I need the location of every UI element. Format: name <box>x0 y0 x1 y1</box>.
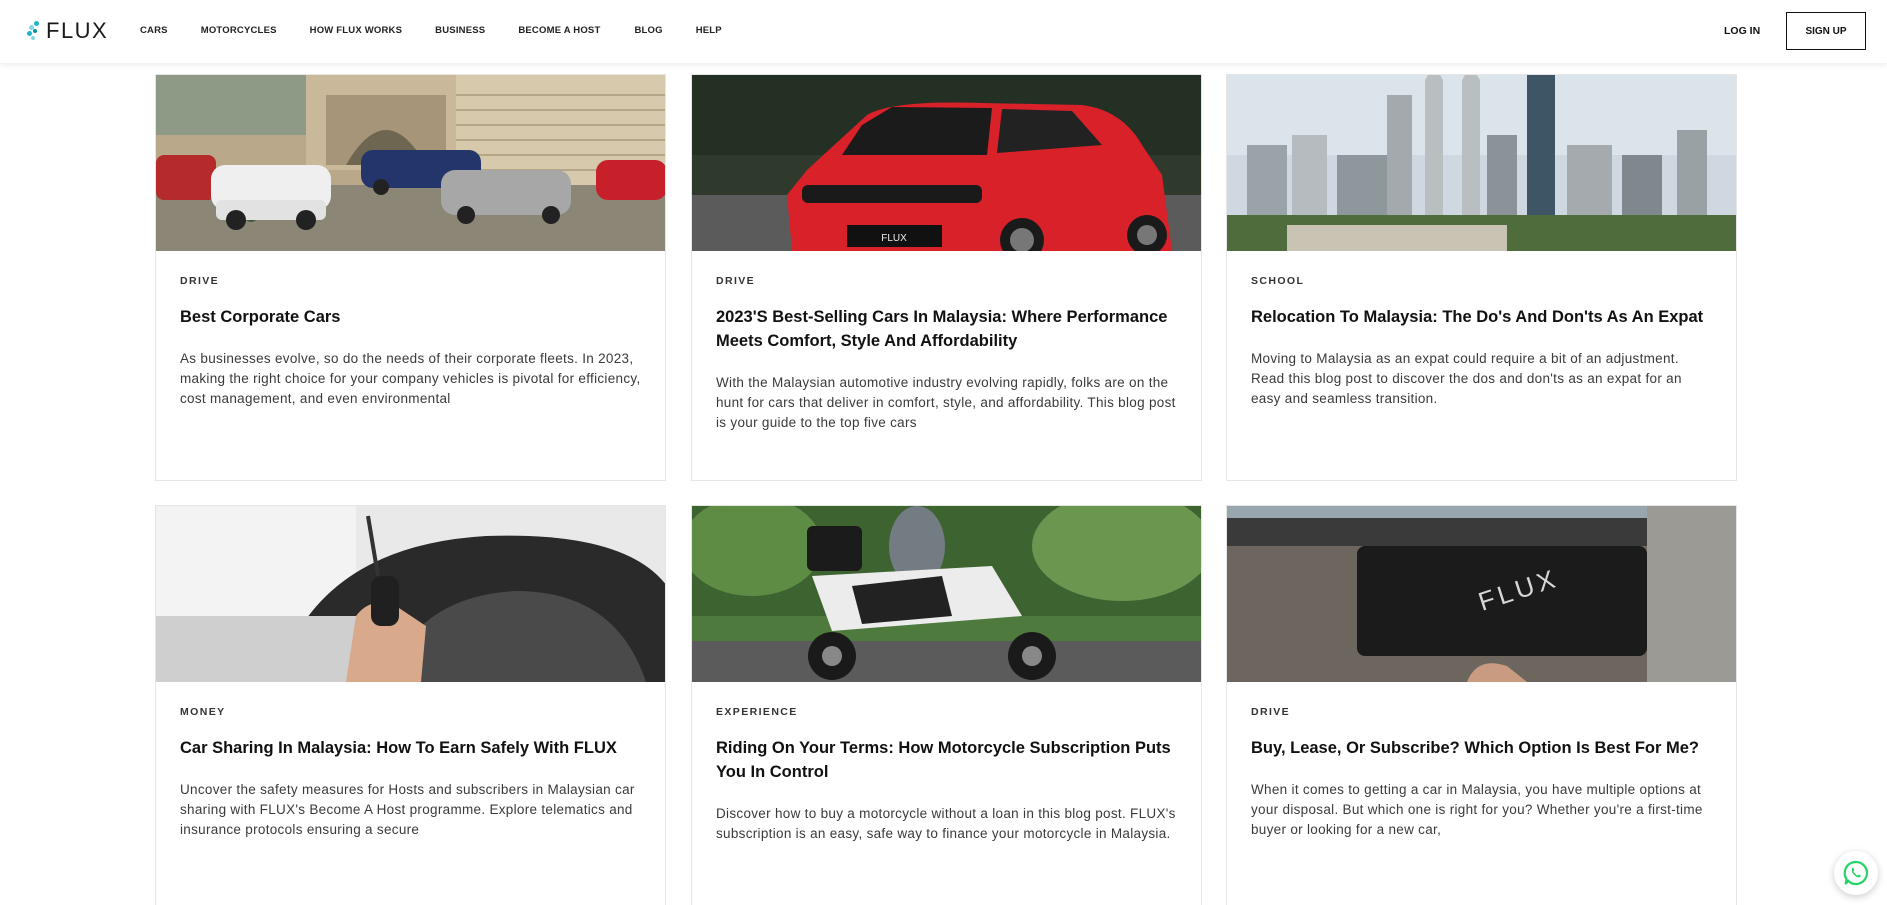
post-excerpt: With the Malaysian automotive industry e… <box>716 375 1176 430</box>
luxury-cars-photo <box>156 75 665 251</box>
blog-card[interactable]: SCHOOL Relocation To Malaysia: The Do's … <box>1226 74 1737 481</box>
flux-logo[interactable]: FLUX <box>27 18 109 43</box>
post-title[interactable]: Relocation To Malaysia: The Do's And Don… <box>1251 305 1712 329</box>
car-key-photo <box>156 506 665 682</box>
post-title[interactable]: 2023'S Best-Selling Cars In Malaysia: Wh… <box>716 305 1177 353</box>
city-skyline-photo <box>1227 75 1736 251</box>
nav-help[interactable]: HELP <box>696 25 722 36</box>
flux-logo-mark-icon <box>27 19 43 43</box>
post-category: EXPERIENCE <box>716 706 798 718</box>
post-category: MONEY <box>180 706 226 718</box>
site-header: FLUX CARS MOTORCYCLES HOW FLUX WORKS BUS… <box>0 0 1887 63</box>
post-category: SCHOOL <box>1251 275 1305 287</box>
red-car-photo: FLUX <box>692 75 1201 251</box>
post-title[interactable]: Car Sharing In Malaysia: How To Earn Saf… <box>180 736 641 760</box>
post-category: DRIVE <box>180 275 220 287</box>
nav-how-flux-works[interactable]: HOW FLUX WORKS <box>310 25 403 36</box>
whatsapp-icon <box>1843 860 1869 886</box>
login-link[interactable]: LOG IN <box>1724 25 1760 37</box>
nav-business[interactable]: BUSINESS <box>435 25 485 36</box>
nav-become-a-host[interactable]: BECOME A HOST <box>518 25 600 36</box>
blog-card[interactable]: FLUX DRIVE 2023'S Best-Selling Cars In M… <box>691 74 1202 481</box>
blog-card[interactable]: MONEY Car Sharing In Malaysia: How To Ea… <box>155 505 666 905</box>
post-category: DRIVE <box>1251 706 1291 718</box>
blog-card[interactable]: EXPERIENCE Riding On Your Terms: How Mot… <box>691 505 1202 905</box>
blog-card[interactable]: DRIVE Best Corporate Cars As businesses … <box>155 74 666 481</box>
car-plate-photo: FLUX <box>1227 506 1736 682</box>
whatsapp-chat-button[interactable] <box>1834 851 1878 895</box>
nav-cars[interactable]: CARS <box>140 25 168 36</box>
nav-blog[interactable]: BLOG <box>634 25 662 36</box>
post-excerpt: Moving to Malaysia as an expat could req… <box>1251 351 1682 406</box>
post-excerpt: Discover how to buy a motorcycle without… <box>716 806 1176 841</box>
motorcycle-photo <box>692 506 1201 682</box>
main-nav: CARS MOTORCYCLES HOW FLUX WORKS BUSINESS… <box>140 25 722 36</box>
post-excerpt: Uncover the safety measures for Hosts an… <box>180 782 635 837</box>
post-title[interactable]: Buy, Lease, Or Subscribe? Which Option I… <box>1251 736 1712 760</box>
post-category: DRIVE <box>716 275 756 287</box>
post-title[interactable]: Riding On Your Terms: How Motorcycle Sub… <box>716 736 1177 784</box>
post-title[interactable]: Best Corporate Cars <box>180 305 641 329</box>
nav-motorcycles[interactable]: MOTORCYCLES <box>201 25 277 36</box>
logo-text: FLUX <box>46 18 109 43</box>
post-excerpt: As businesses evolve, so do the needs of… <box>180 351 641 406</box>
plate-text: FLUX <box>881 233 907 244</box>
post-excerpt: When it comes to getting a car in Malays… <box>1251 782 1703 837</box>
blog-card[interactable]: FLUX DRIVE Buy, Lease, Or Subscribe? Whi… <box>1226 505 1737 905</box>
signup-button[interactable]: SIGN UP <box>1786 12 1866 50</box>
